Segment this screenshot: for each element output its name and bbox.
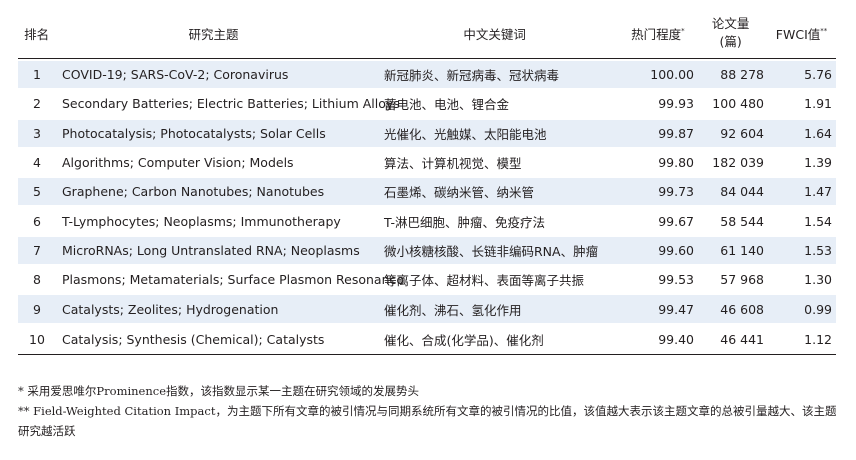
cell-keywords: 微小核糖核酸、长链非编码RNA、肿瘤: [384, 243, 599, 259]
cell-fwci: 1.30: [804, 272, 832, 288]
cell-keywords: T-淋巴细胞、肿瘤、免疫疗法: [384, 214, 545, 230]
cell-pubs: 100 480: [712, 96, 764, 112]
cell-pubs: 61 140: [720, 242, 764, 258]
header-hotness: 热门程度*: [617, 24, 690, 43]
header-fwci: FWCI值**: [765, 24, 836, 43]
footnote-fwci: ** Field-Weighted Citation Impact，为主题下所有…: [18, 404, 837, 438]
cell-rank: 1: [33, 67, 41, 83]
cell-rank: 2: [33, 96, 41, 112]
cell-hotness: 99.60: [658, 242, 694, 258]
cell-pubs: 84 044: [720, 184, 764, 200]
table-row: 6 T-Lymphocytes; Neoplasms; Immunotherapy…: [18, 207, 836, 237]
cell-pubs: 46 608: [720, 301, 764, 317]
table-row: 2 Secondary Batteries; Electric Batteries…: [18, 90, 836, 120]
cell-hotness: 100.00: [650, 67, 694, 83]
cell-rank: 4: [33, 155, 41, 171]
header-pubs: 论文量 (篇): [690, 15, 765, 51]
cell-topic: Plasmons; Metamaterials; Surface Plasmon…: [62, 272, 405, 288]
cell-fwci: 1.12: [804, 331, 832, 347]
cell-hotness: 99.73: [658, 184, 694, 200]
cell-hotness: 99.87: [658, 125, 694, 141]
cell-topic: COVID-19; SARS-CoV-2; Coronavirus: [62, 67, 289, 83]
cell-topic: T-Lymphocytes; Neoplasms; Immunotherapy: [62, 213, 341, 229]
table-row: 10 Catalysis; Synthesis (Chemical); Catal…: [18, 325, 836, 354]
table-row: 4 Algorithms; Computer Vision; Models 算法、计…: [18, 149, 836, 179]
header-hotness-label: 热门程度: [631, 26, 682, 42]
cell-fwci: 1.47: [804, 184, 832, 200]
cell-fwci: 1.53: [804, 242, 832, 258]
cell-topic: Secondary Batteries; Electric Batteries;…: [62, 96, 400, 112]
header-pubs-line1: 论文量: [711, 16, 750, 31]
cell-keywords: 蓄电池、电池、锂合金: [384, 97, 510, 113]
cell-fwci: 1.64: [804, 125, 832, 141]
table-row: 9 Catalysts; Zeolites; Hydrogenation 催化剂、沸…: [18, 295, 836, 325]
header-fwci-mark: **: [820, 26, 828, 35]
cell-keywords: 算法、计算机视觉、模型: [384, 156, 522, 172]
table-row: 5 Graphene; Carbon Nanotubes; Nanotubes 石墨…: [18, 178, 836, 208]
cell-keywords: 催化、合成(化学品)、催化剂: [384, 332, 544, 348]
cell-pubs: 182 039: [712, 155, 764, 171]
cell-fwci: 1.91: [804, 96, 832, 112]
cell-fwci: 0.99: [804, 301, 832, 317]
cell-hotness: 99.53: [658, 272, 694, 288]
cell-fwci: 1.39: [804, 155, 832, 171]
cell-rank: 9: [33, 301, 41, 317]
cell-topic: Graphene; Carbon Nanotubes; Nanotubes: [62, 184, 325, 200]
footnotes: * 采用爱思唯尔Prominence指数，该指数显示某一主题在研究领域的发展势头…: [18, 381, 838, 441]
cell-topic: Catalysis; Synthesis (Chemical); Catalys…: [62, 331, 325, 347]
cell-fwci: 1.54: [804, 213, 832, 229]
table-header: 排名 研究主题 中文关键词 热门程度* 论文量 (篇) FWCI值**: [18, 8, 836, 59]
cell-pubs: 58 544: [720, 213, 764, 229]
cell-topic: Catalysts; Zeolites; Hydrogenation: [62, 301, 279, 317]
cell-keywords: 石墨烯、碳纳米管、纳米管: [384, 185, 535, 201]
table-row: 7 MicroRNAs; Long Untranslated RNA; Neopl…: [18, 236, 836, 267]
cell-hotness: 99.40: [658, 331, 694, 347]
table-body: 1 COVID-19; SARS-CoV-2; Coronavirus 新冠肺炎、新…: [18, 59, 836, 355]
cell-pubs: 57 968: [720, 272, 764, 288]
header-topic: 研究主题: [188, 26, 239, 42]
table-row: 3 Photocatalysis; Photocatalysts; Solar C…: [18, 119, 836, 149]
cell-hotness: 99.47: [658, 301, 694, 317]
header-hotness-mark: *: [681, 26, 685, 35]
cell-rank: 5: [33, 184, 41, 200]
header-pubs-line2: (篇): [719, 34, 742, 49]
cell-rank: 10: [29, 331, 45, 347]
cell-pubs: 88 278: [720, 67, 764, 83]
cell-keywords: 催化剂、沸石、氢化作用: [384, 302, 522, 318]
cell-pubs: 46 441: [720, 331, 764, 347]
table-row: 1 COVID-19; SARS-CoV-2; Coronavirus 新冠肺炎、新…: [18, 61, 836, 91]
cell-rank: 8: [33, 272, 41, 288]
footnote-hotness: * 采用爱思唯尔Prominence指数，该指数显示某一主题在研究领域的发展势头: [18, 384, 420, 398]
cell-hotness: 99.80: [658, 155, 694, 171]
cell-rank: 7: [33, 242, 41, 258]
cell-fwci: 5.76: [804, 67, 832, 83]
ranking-table: 排名 研究主题 中文关键词 热门程度* 论文量 (篇) FWCI值** 1 COVI…: [18, 8, 836, 355]
cell-rank: 6: [33, 213, 41, 229]
table-row: 8 Plasmons; Metamaterials; Surface Plasmo…: [18, 266, 836, 296]
cell-keywords: 新冠肺炎、新冠病毒、冠状病毒: [384, 68, 560, 84]
header-keywords: 中文关键词: [463, 26, 526, 42]
cell-hotness: 99.67: [658, 213, 694, 229]
cell-hotness: 99.93: [658, 96, 694, 112]
cell-pubs: 92 604: [720, 125, 764, 141]
cell-keywords: 等离子体、超材料、表面等离子共振: [384, 273, 585, 289]
cell-keywords: 光催化、光触媒、太阳能电池: [384, 126, 547, 142]
cell-topic: Algorithms; Computer Vision; Models: [62, 155, 294, 171]
header-rank: 排名: [24, 26, 50, 42]
header-fwci-label: FWCI值: [775, 26, 821, 42]
cell-topic: Photocatalysis; Photocatalysts; Solar Ce…: [62, 125, 326, 141]
cell-topic: MicroRNAs; Long Untranslated RNA; Neopla…: [62, 242, 360, 258]
cell-rank: 3: [33, 125, 41, 141]
